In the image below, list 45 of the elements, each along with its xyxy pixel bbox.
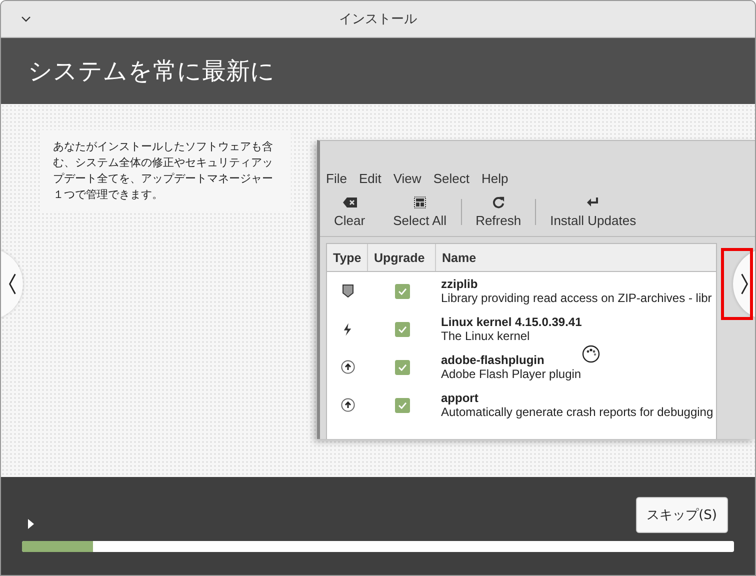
package-description: Automatically generate crash reports for debugging (441, 405, 714, 419)
chevron-right-icon (740, 273, 748, 295)
page-heading: システムを常に最新に (28, 56, 275, 87)
expander-triangle-icon[interactable] (28, 519, 34, 529)
package-description: Adobe Flash Player plugin (441, 367, 582, 381)
check-icon (398, 402, 406, 408)
menu-item[interactable]: File (326, 171, 347, 186)
lightning-icon (343, 322, 352, 336)
column-header[interactable]: Name (436, 244, 716, 271)
chevron-left-icon (8, 273, 16, 295)
checkbox[interactable] (394, 322, 410, 336)
shield-icon (342, 284, 354, 298)
package-description: Library providing read access on ZIP-archives - libr (441, 291, 712, 305)
return-arrow-icon (587, 196, 600, 209)
package-name: zziplib (441, 277, 478, 291)
package-name: apport (441, 391, 478, 405)
check-icon (398, 326, 406, 332)
toolbar-button[interactable]: Select All (379, 196, 461, 228)
toolbar-button[interactable]: Refresh (462, 196, 536, 228)
description-text: あなたがインストールしたソフトウェアも含む、システム全体の修正やセキュリティアップデート全てを、アップデートマネージャー１つで管理できます。 (41, 130, 291, 212)
package-name: adobe-flashplugin (441, 353, 544, 367)
window-title: インストール (339, 11, 417, 28)
refresh-icon (492, 196, 505, 209)
chevron-down-icon[interactable] (21, 16, 31, 22)
menu-item[interactable]: View (393, 171, 422, 186)
toolbar-button[interactable]: Install Updates (536, 196, 650, 228)
busy-cursor-icon (582, 345, 600, 363)
backspace-icon (342, 196, 357, 209)
up-arrow-circle-icon (340, 398, 354, 412)
column-header[interactable]: Type (327, 244, 368, 271)
grid-icon (414, 196, 426, 209)
package-description: The Linux kernel (441, 329, 530, 343)
checkbox[interactable] (394, 284, 410, 298)
menu-item[interactable]: Select (433, 171, 470, 186)
menu-item[interactable]: Edit (358, 171, 382, 186)
check-icon (398, 288, 406, 294)
package-name: Linux kernel 4.15.0.39.41 (441, 315, 582, 329)
toolbar-button[interactable]: Clear (320, 196, 380, 228)
up-arrow-circle-icon (340, 360, 354, 374)
checkbox[interactable] (394, 398, 410, 412)
skip-button[interactable]: スキップ(S) (636, 497, 728, 533)
column-header[interactable]: Upgrade (368, 244, 436, 271)
check-icon (398, 364, 406, 370)
checkbox[interactable] (394, 360, 410, 374)
menu-item[interactable]: Help (481, 171, 508, 186)
